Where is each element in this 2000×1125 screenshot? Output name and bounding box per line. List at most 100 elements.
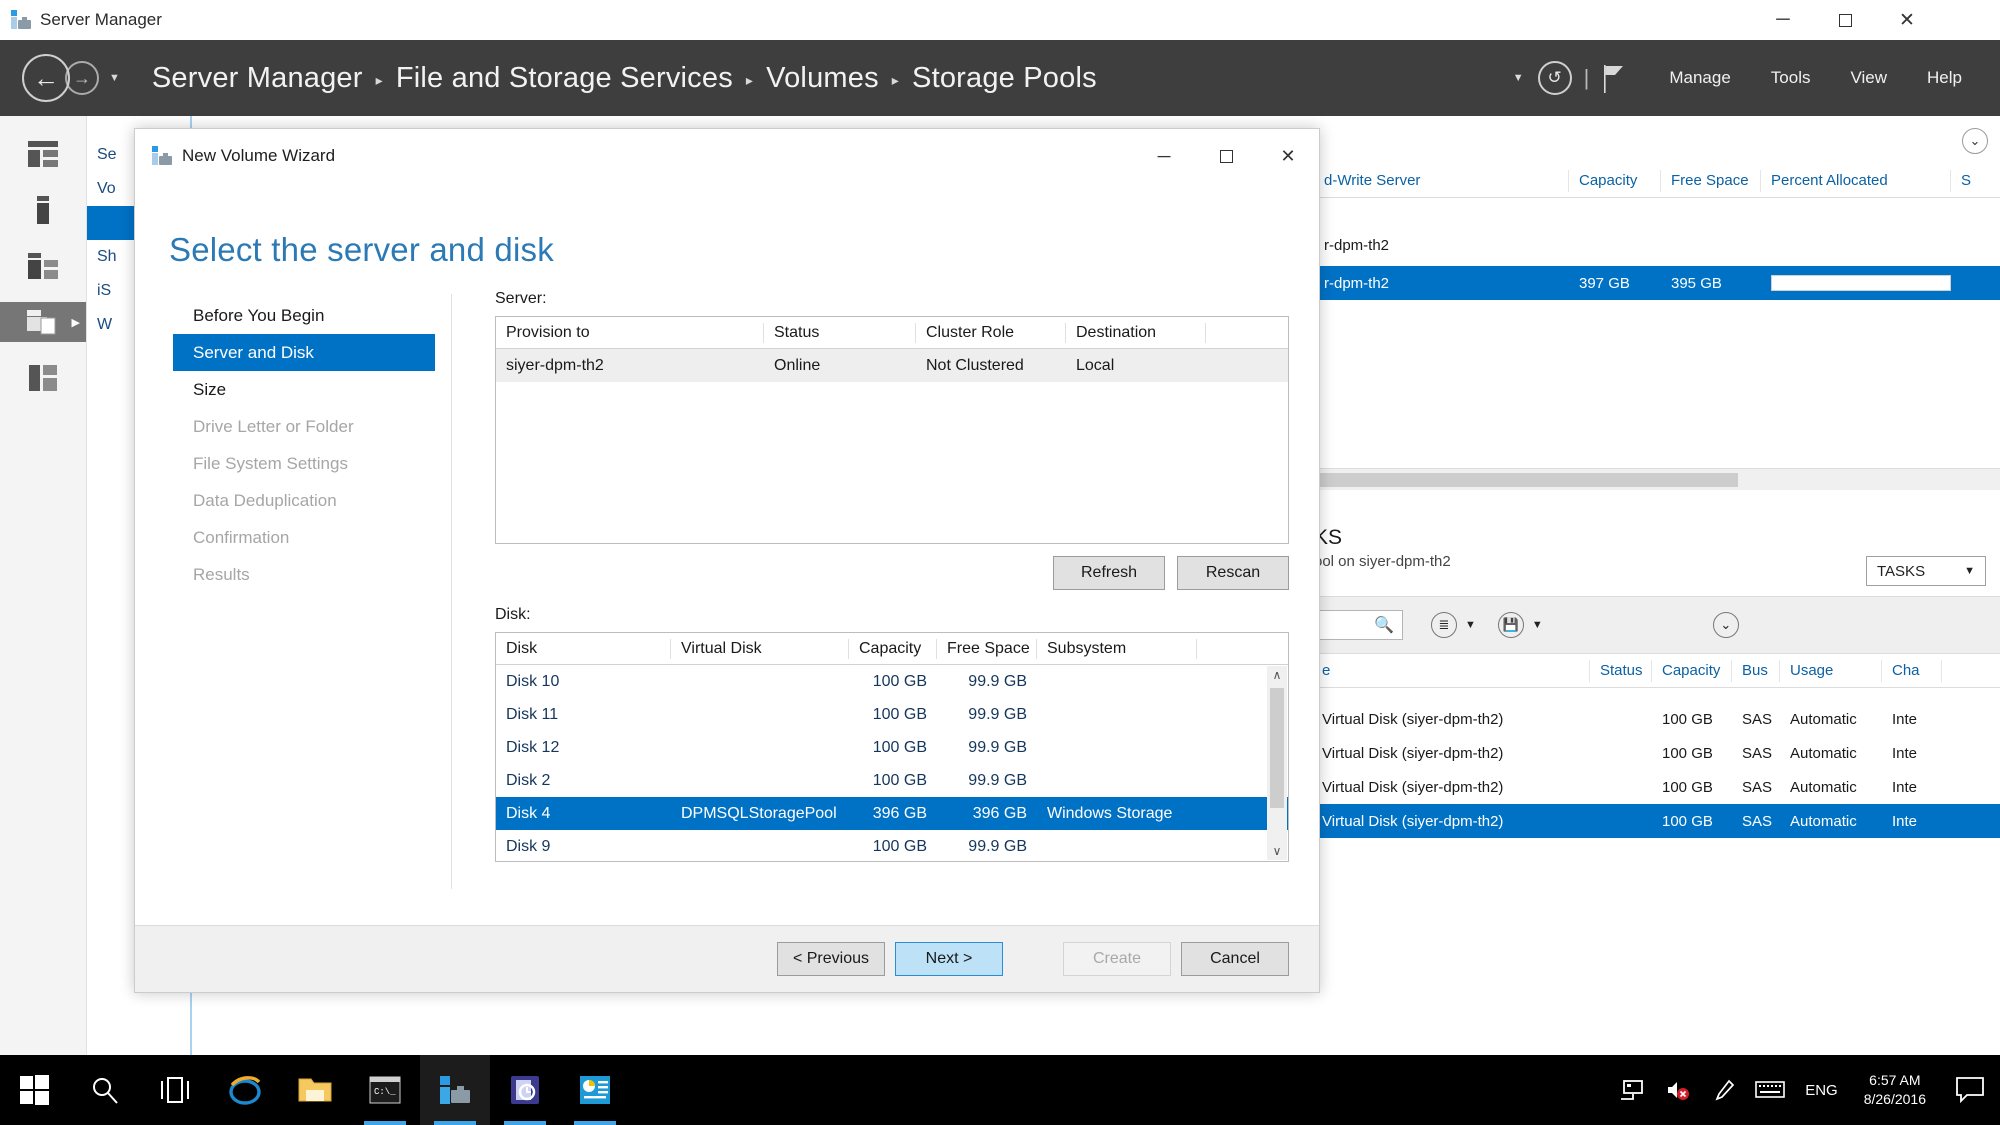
dpm-console-icon[interactable] — [490, 1055, 560, 1125]
table-row[interactable]: Disk 12 100 GB 99.9 GB — [496, 731, 1288, 764]
table-row[interactable]: Disk 2 100 GB 99.9 GB — [496, 764, 1288, 797]
table-row-selected[interactable]: Virtual Disk (siyer-dpm-th2) 100 GB SAS … — [1312, 804, 2000, 838]
menu-manage[interactable]: Manage — [1649, 68, 1750, 88]
refresh-icon[interactable]: ↺ — [1537, 61, 1572, 95]
disk-table-scrollbar[interactable]: ∧ ∨ — [1267, 666, 1287, 860]
menu-help[interactable]: Help — [1907, 68, 1982, 88]
chevron-right-icon: ▶ — [71, 316, 80, 329]
volume-muted-icon[interactable] — [1655, 1055, 1701, 1125]
collapse-panel-button[interactable]: ⌄ — [1962, 128, 1988, 154]
sql-config-icon[interactable] — [560, 1055, 630, 1125]
table-row[interactable]: Virtual Disk (siyer-dpm-th2) 100 GB SAS … — [1312, 702, 2000, 736]
save-query-icon[interactable]: 💾 — [1497, 612, 1524, 638]
rescan-button[interactable]: Rescan — [1177, 556, 1289, 590]
column-header-free-space[interactable]: Free Space — [937, 638, 1037, 659]
column-header-0[interactable]: d-Write Server — [1314, 169, 1569, 192]
task-view-icon[interactable] — [140, 1055, 210, 1125]
table-row[interactable]: Virtual Disk (siyer-dpm-th2) 100 GB SAS … — [1312, 736, 2000, 770]
network-icon[interactable] — [1609, 1055, 1655, 1125]
horizontal-scrollbar[interactable]: › — [1314, 468, 2000, 490]
volumes-icon[interactable] — [0, 358, 86, 398]
wizard-step-before-you-begin[interactable]: Before You Begin — [173, 297, 435, 334]
forward-arrow-icon[interactable]: → — [65, 61, 99, 95]
window-minimize-button[interactable]: ─ — [1752, 0, 1814, 40]
column-header-disk[interactable]: Disk — [496, 638, 671, 659]
cell-cha: Inte — [1892, 744, 1918, 762]
chevron-down-icon[interactable]: ▼ — [109, 72, 120, 84]
column-header-virtual-disk[interactable]: Virtual Disk — [671, 638, 849, 659]
notifications-flag-icon[interactable] — [1601, 63, 1627, 93]
table-row[interactable]: Virtual Disk (siyer-dpm-th2) 100 GB SAS … — [1312, 770, 2000, 804]
column-header-3[interactable]: Bus — [1732, 659, 1780, 682]
local-server-icon[interactable] — [0, 190, 86, 230]
dialog-close-button[interactable]: ✕ — [1257, 129, 1319, 184]
windows-start-icon[interactable] — [0, 1055, 70, 1125]
chevron-down-icon[interactable]: ▼ — [1532, 619, 1543, 631]
menu-view[interactable]: View — [1830, 68, 1907, 88]
breadcrumb-item-3[interactable]: Storage Pools — [912, 62, 1097, 95]
column-header-1[interactable]: Status — [1590, 659, 1652, 682]
collapse-panel-button[interactable]: ⌄ — [1712, 612, 1739, 638]
previous-button[interactable]: < Previous — [777, 942, 885, 976]
column-header-2[interactable]: Capacity — [1652, 659, 1732, 682]
sidebar-item-file-and-storage-services[interactable]: ▶ — [0, 302, 86, 342]
back-arrow-icon[interactable]: ← — [22, 54, 70, 102]
command-prompt-icon[interactable]: C:\_ — [350, 1055, 420, 1125]
wizard-step-size[interactable]: Size — [173, 371, 435, 408]
window-close-button[interactable]: ✕ — [1876, 0, 1938, 40]
internet-explorer-icon[interactable] — [210, 1055, 280, 1125]
breadcrumb-item-1[interactable]: File and Storage Services — [396, 62, 733, 95]
file-explorer-icon[interactable] — [280, 1055, 350, 1125]
server-manager-icon[interactable] — [420, 1055, 490, 1125]
all-servers-icon[interactable] — [0, 246, 86, 286]
window-maximize-button[interactable] — [1814, 0, 1876, 40]
wizard-step-server-and-disk[interactable]: Server and Disk — [173, 334, 435, 371]
scrollbar-thumb[interactable] — [1318, 472, 1738, 487]
column-header-4[interactable]: Usage — [1780, 659, 1882, 682]
dialog-minimize-button[interactable]: ─ — [1133, 129, 1195, 184]
refresh-button[interactable]: Refresh — [1053, 556, 1165, 590]
keyboard-icon[interactable] — [1747, 1055, 1793, 1125]
dashboard-icon[interactable] — [0, 134, 86, 174]
column-header-provision-to[interactable]: Provision to — [496, 322, 764, 343]
table-row-selected[interactable]: r-dpm-th2 397 GB 395 GB — [1314, 266, 2000, 300]
search-icon[interactable]: 🔍 — [1374, 615, 1394, 635]
chevron-down-icon[interactable]: ▼ — [1465, 619, 1476, 631]
wizard-right-pane: Server: Provision to Status Cluster Role… — [495, 290, 1289, 862]
column-header-cluster-role[interactable]: Cluster Role — [916, 322, 1066, 343]
column-header-0[interactable]: e — [1312, 659, 1590, 682]
column-header-status[interactable]: Status — [764, 322, 916, 343]
column-header-2[interactable]: Free Space — [1661, 169, 1761, 192]
table-row[interactable]: r-dpm-th2 — [1314, 228, 2000, 262]
scroll-down-arrow-icon[interactable]: ∨ — [1273, 842, 1282, 860]
search-icon[interactable] — [70, 1055, 140, 1125]
column-header-5[interactable]: Cha — [1882, 659, 1942, 682]
chevron-down-icon[interactable]: ▼ — [1513, 72, 1524, 84]
dialog-maximize-button[interactable] — [1195, 129, 1257, 184]
column-header-4[interactable]: S — [1951, 170, 2000, 192]
next-button[interactable]: Next > — [895, 942, 1003, 976]
table-row[interactable]: siyer-dpm-th2 Online Not Clustered Local — [496, 349, 1288, 382]
breadcrumb-item-2[interactable]: Volumes — [766, 62, 879, 95]
table-row[interactable]: Disk 9 100 GB 99.9 GB — [496, 830, 1288, 863]
column-header-1[interactable]: Capacity — [1569, 169, 1661, 192]
scrollbar-thumb[interactable] — [1270, 688, 1284, 808]
scroll-up-arrow-icon[interactable]: ∧ — [1273, 666, 1282, 684]
cell-server: r-dpm-th2 — [1324, 274, 1390, 292]
clock[interactable]: 6:57 AM 8/26/2016 — [1850, 1071, 1940, 1109]
tasks-dropdown-button[interactable]: TASKS ▼ — [1866, 556, 1986, 586]
column-header-subsystem[interactable]: Subsystem — [1037, 638, 1197, 659]
pen-icon[interactable] — [1701, 1055, 1747, 1125]
cancel-button[interactable]: Cancel — [1181, 942, 1289, 976]
menu-tools[interactable]: Tools — [1751, 68, 1831, 88]
table-row[interactable]: Disk 11 100 GB 99.9 GB — [496, 698, 1288, 731]
table-row-selected[interactable]: Disk 4 DPMSQLStoragePool 396 GB 396 GB W… — [496, 797, 1288, 830]
column-header-3[interactable]: Percent Allocated — [1761, 169, 1951, 192]
filter-list-icon[interactable]: ≣ — [1431, 612, 1457, 638]
column-header-capacity[interactable]: Capacity — [849, 638, 937, 659]
table-row[interactable]: Disk 10 100 GB 99.9 GB — [496, 665, 1288, 698]
column-header-destination[interactable]: Destination — [1066, 322, 1206, 343]
language-indicator[interactable]: ENG — [1793, 1082, 1850, 1099]
action-center-icon[interactable] — [1940, 1055, 2000, 1125]
breadcrumb-item-0[interactable]: Server Manager — [152, 62, 363, 95]
